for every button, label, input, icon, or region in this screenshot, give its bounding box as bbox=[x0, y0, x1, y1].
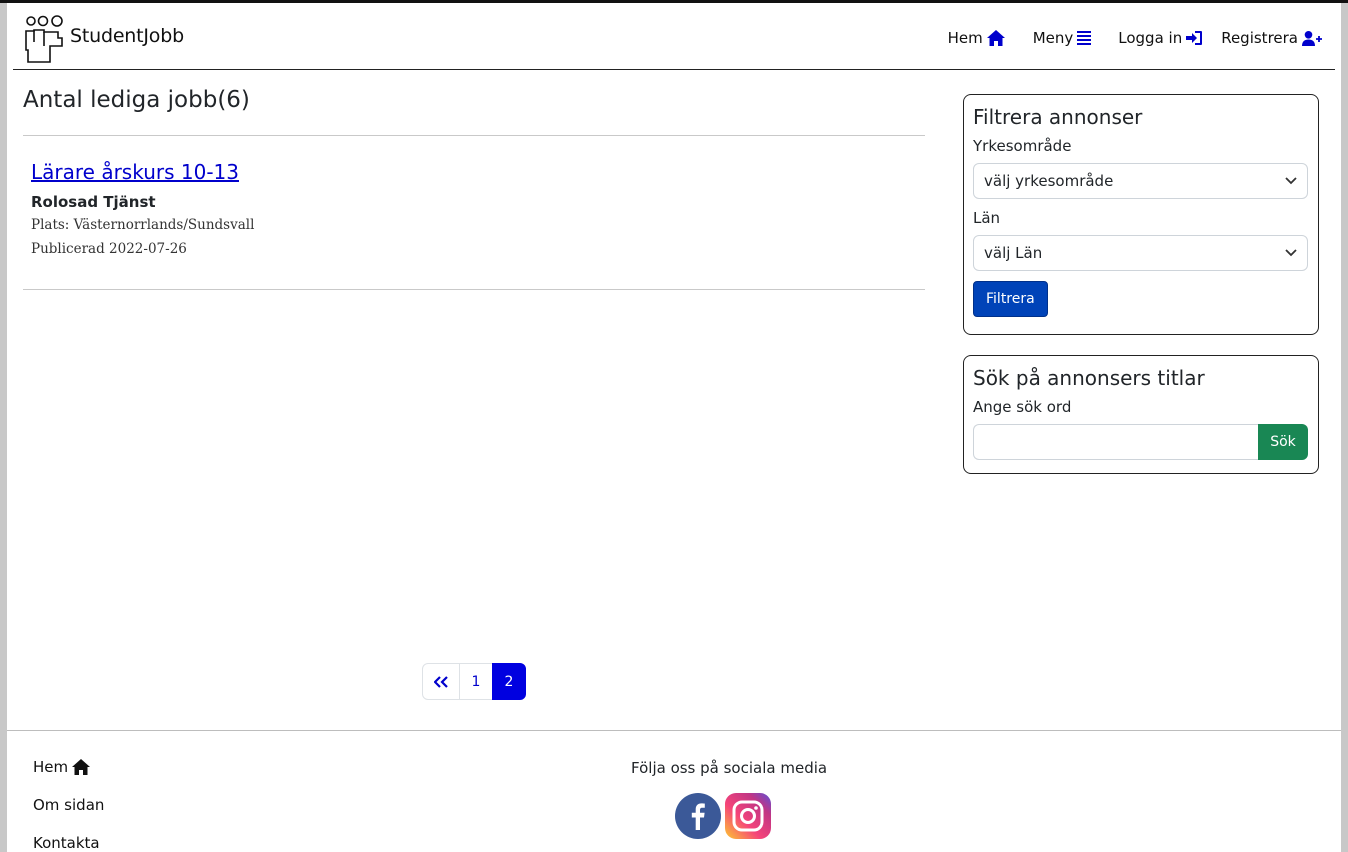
job-company: Rolosad Tjänst bbox=[31, 193, 156, 211]
divider bbox=[23, 289, 925, 290]
nav-login-link[interactable]: Logga in bbox=[1118, 29, 1203, 47]
search-card: Sök på annonsers titlar Ange sök ord Sök bbox=[963, 355, 1319, 474]
county-label: Län bbox=[973, 209, 1001, 227]
job-listing: Lärare årskurs 10-13 Rolosad Tjänst Plat… bbox=[31, 160, 254, 257]
brand[interactable]: StudentJobb bbox=[25, 15, 184, 63]
search-group: Sök bbox=[973, 424, 1308, 460]
area-select-value: välj yrkesområde bbox=[984, 172, 1114, 190]
footer-about-link[interactable]: Om sidan bbox=[33, 795, 104, 815]
sign-in-icon bbox=[1186, 31, 1203, 45]
job-title-link[interactable]: Lärare årskurs 10-13 bbox=[31, 160, 254, 184]
pagination-first-button[interactable] bbox=[422, 663, 460, 700]
home-icon bbox=[72, 759, 91, 775]
pagination-page-2-active[interactable]: 2 bbox=[492, 663, 526, 700]
footer-contact-link[interactable]: Kontakta bbox=[33, 833, 104, 852]
list-icon bbox=[1077, 31, 1092, 45]
nav-register-link[interactable]: Registrera bbox=[1221, 29, 1323, 47]
search-button[interactable]: Sök bbox=[1258, 424, 1308, 460]
students-logo-icon bbox=[25, 15, 63, 63]
search-label: Ange sök ord bbox=[973, 398, 1072, 416]
nav-home-label: Hem bbox=[947, 29, 983, 47]
double-chevron-left-icon bbox=[434, 675, 448, 688]
job-published-date: Publicerad 2022-07-26 bbox=[31, 241, 187, 257]
nav-login-label: Logga in bbox=[1118, 29, 1183, 47]
chevron-down-icon bbox=[1285, 177, 1297, 185]
home-icon bbox=[986, 30, 1005, 46]
county-select[interactable]: välj Län bbox=[973, 235, 1308, 271]
filter-card: Filtrera annonser Yrkesområde välj yrkes… bbox=[963, 94, 1319, 335]
facebook-icon[interactable] bbox=[675, 793, 721, 839]
nav-menu-label: Meny bbox=[1032, 29, 1074, 47]
county-select-value: välj Län bbox=[984, 244, 1043, 262]
user-plus-icon bbox=[1302, 30, 1322, 46]
area-label: Yrkesområde bbox=[973, 137, 1072, 155]
chevron-down-icon bbox=[1285, 249, 1297, 257]
filter-title: Filtrera annonser bbox=[973, 105, 1143, 129]
footer-divider bbox=[7, 730, 1341, 731]
search-input[interactable] bbox=[973, 424, 1258, 460]
social-title: Följa oss på sociala media bbox=[631, 759, 828, 777]
filter-button[interactable]: Filtrera bbox=[973, 281, 1048, 317]
instagram-icon[interactable] bbox=[725, 793, 771, 839]
main-nav: Hem Meny Logga in Registrera bbox=[948, 29, 1335, 47]
social-icons bbox=[675, 793, 775, 839]
area-select[interactable]: välj yrkesområde bbox=[973, 163, 1308, 199]
pagination: 1 2 bbox=[422, 663, 526, 700]
footer-home-link[interactable]: Hem bbox=[33, 757, 104, 777]
nav-menu-link[interactable]: Meny bbox=[1033, 29, 1092, 47]
footer-home-label: Hem bbox=[33, 758, 69, 776]
pagination-page-1[interactable]: 1 bbox=[459, 663, 493, 700]
job-location: Plats: Västernorrlands/Sundsvall bbox=[31, 217, 255, 233]
brand-name: StudentJobb bbox=[70, 25, 184, 47]
divider bbox=[23, 135, 925, 136]
search-title: Sök på annonsers titlar bbox=[973, 366, 1205, 390]
footer-links: Hem Om sidan Kontakta bbox=[33, 757, 104, 852]
page-container: StudentJobb Hem Meny Logga in Registrera… bbox=[7, 3, 1341, 852]
nav-register-label: Registrera bbox=[1221, 29, 1298, 47]
nav-home-link[interactable]: Hem bbox=[948, 29, 1005, 47]
site-header: StudentJobb Hem Meny Logga in Registrera bbox=[13, 3, 1335, 70]
page-title: Antal lediga jobb(6) bbox=[23, 87, 250, 113]
